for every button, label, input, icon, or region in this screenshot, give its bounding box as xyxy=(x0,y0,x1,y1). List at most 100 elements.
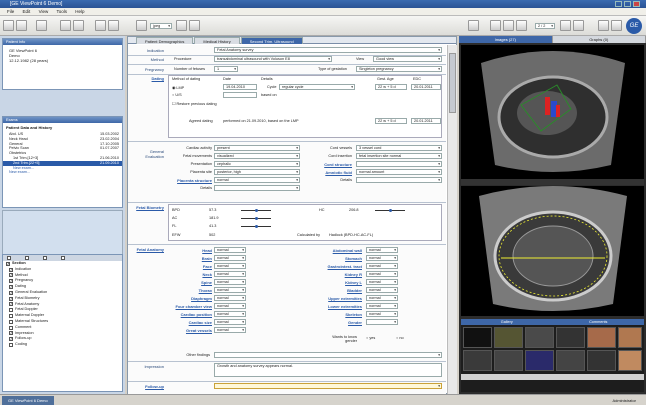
thumbnail[interactable] xyxy=(618,327,642,348)
thumbnail[interactable] xyxy=(463,327,492,348)
lmp-edc-field[interactable]: 20.01.2011 xyxy=(411,84,441,90)
scrollbar-thumb[interactable] xyxy=(449,53,456,113)
tab-images[interactable]: Images (27) xyxy=(459,36,553,43)
anatomy-field[interactable]: normal xyxy=(366,295,398,301)
checkbox[interactable]: ✓ xyxy=(9,296,13,301)
lmp-date-field[interactable]: 19.04.2010 xyxy=(223,84,257,90)
ultrasound-image-bottom[interactable] xyxy=(461,186,644,316)
genev-label-cord-structure[interactable]: Cord structure xyxy=(312,162,352,167)
maximize-button[interactable] xyxy=(624,1,631,7)
page-select[interactable]: 2 / 2 xyxy=(535,23,555,29)
anatomy-field[interactable]: normal xyxy=(214,263,246,269)
anatomy-field[interactable]: normal xyxy=(214,311,246,317)
thumbnail[interactable] xyxy=(587,327,616,348)
view-field[interactable]: Good view xyxy=(373,56,442,62)
tool-icon[interactable] xyxy=(25,256,29,260)
checkbox[interactable]: ✓ xyxy=(9,302,13,307)
anatomy-label[interactable]: Diaphragm xyxy=(172,296,212,301)
preview-icon[interactable] xyxy=(176,20,187,31)
checkbox[interactable]: ✓ xyxy=(9,273,13,278)
tool-icon[interactable] xyxy=(7,256,11,260)
menu-help[interactable]: Help xyxy=(75,9,84,14)
thumbnail[interactable] xyxy=(525,327,554,348)
thumbnail[interactable] xyxy=(494,327,523,348)
dating-link[interactable]: Dating xyxy=(130,76,164,81)
checkbox[interactable]: ✓ xyxy=(6,261,10,266)
anatomy-label[interactable]: Stomach xyxy=(312,256,362,261)
gallery-scrollbar[interactable] xyxy=(461,374,644,380)
send-icon[interactable] xyxy=(189,20,200,31)
checkbox[interactable] xyxy=(9,308,13,313)
anatomy-field[interactable]: normal xyxy=(214,287,246,293)
menu-view[interactable]: View xyxy=(39,9,49,14)
checkbox[interactable]: ✓ xyxy=(9,285,13,290)
menu-tools[interactable]: Tools xyxy=(57,9,68,14)
other-findings-field[interactable] xyxy=(214,352,442,358)
checkbox[interactable]: ✓ xyxy=(9,279,13,284)
checkbox[interactable] xyxy=(9,314,13,319)
new-exam-link[interactable]: New exam... xyxy=(3,170,122,175)
anatomy-label[interactable]: Gender xyxy=(312,320,362,325)
thumbnail[interactable] xyxy=(587,350,616,371)
thumbnail[interactable] xyxy=(463,350,492,371)
help-icon[interactable] xyxy=(611,20,622,31)
restore-checkbox[interactable]: ☐ Restore previous dating xyxy=(172,101,218,106)
gestation-field[interactable]: Singleton pregnancy xyxy=(356,66,442,72)
anatomy-label[interactable]: Lower extremities xyxy=(312,304,362,309)
menu-edit[interactable]: Edit xyxy=(23,9,31,14)
section-item[interactable]: Coding xyxy=(3,342,122,348)
grid-icon[interactable] xyxy=(490,20,501,31)
genev-field-fetal-movements[interactable]: visualized xyxy=(214,153,300,159)
compare-icon[interactable] xyxy=(503,20,514,31)
anatomy-field[interactable]: normal xyxy=(214,319,246,325)
anatomy-label[interactable]: Spine xyxy=(172,280,212,285)
form-scrollbar[interactable] xyxy=(447,45,457,394)
checkbox[interactable] xyxy=(9,319,13,324)
anatomy-label[interactable]: Neck xyxy=(172,272,212,277)
minimize-button[interactable] xyxy=(615,1,622,7)
anatomy-field[interactable]: normal xyxy=(366,255,398,261)
menu-file[interactable]: File xyxy=(7,9,14,14)
open-icon[interactable] xyxy=(16,20,27,31)
print-icon[interactable] xyxy=(73,20,84,31)
anatomy-field[interactable]: normal xyxy=(366,247,398,253)
genev-field-cord-structure[interactable] xyxy=(356,161,442,167)
anatomy-field[interactable]: normal xyxy=(214,255,246,261)
anatomy-field[interactable] xyxy=(366,319,398,325)
anatomy-field[interactable]: normal xyxy=(366,303,398,309)
settings-icon[interactable] xyxy=(598,20,609,31)
anatomy-link[interactable]: Fetal Anatomy xyxy=(130,247,164,252)
biometry-link[interactable]: Fetal Biometry xyxy=(130,205,164,210)
tab-gallery[interactable]: Gallery xyxy=(461,319,553,325)
checkbox[interactable]: ✓ xyxy=(9,290,13,295)
lmp-radio[interactable]: ◉ LMP xyxy=(172,85,184,90)
genev-label-placenta-structure[interactable]: Placenta structure xyxy=(172,178,212,183)
anatomy-label[interactable]: Head xyxy=(172,248,212,253)
tab-patient-demographics[interactable]: Patient Demographics xyxy=(136,37,194,44)
anatomy-label[interactable]: Bladder xyxy=(312,288,362,293)
anatomy-label[interactable]: Cardiac size xyxy=(172,320,212,325)
tool-icon[interactable] xyxy=(43,256,47,260)
layout-icon[interactable] xyxy=(468,20,479,31)
tab-comments[interactable]: Comments xyxy=(553,319,645,325)
anatomy-field[interactable]: normal xyxy=(366,271,398,277)
anatomy-label[interactable]: Cardiac position xyxy=(172,312,212,317)
anatomy-field[interactable]: normal xyxy=(366,263,398,269)
checkbox[interactable]: ✓ xyxy=(9,331,13,336)
anatomy-field[interactable]: normal xyxy=(214,271,246,277)
genev-field-placenta-site[interactable]: posterior, high xyxy=(214,169,300,175)
genev-field-details[interactable] xyxy=(214,185,300,191)
thumbnail[interactable] xyxy=(618,350,642,371)
agreed-edc-field[interactable]: 20.01.2011 xyxy=(411,118,441,124)
thumbnail[interactable] xyxy=(494,350,523,371)
anatomy-field[interactable]: normal xyxy=(214,303,246,309)
checkbox[interactable] xyxy=(9,343,13,348)
indication-field[interactable]: Fetal Anatomy survey xyxy=(214,47,442,53)
save-icon[interactable] xyxy=(60,20,71,31)
ultrasound-image-top[interactable] xyxy=(461,45,644,179)
anatomy-field[interactable]: normal xyxy=(214,295,246,301)
anatomy-field[interactable]: normal xyxy=(214,327,246,333)
tab-graphs[interactable]: Graphs (0) xyxy=(553,36,646,43)
genev-field-amniotic-fluid[interactable]: normal amount xyxy=(356,169,442,175)
anatomy-label[interactable]: Abdominal wall xyxy=(312,248,362,253)
